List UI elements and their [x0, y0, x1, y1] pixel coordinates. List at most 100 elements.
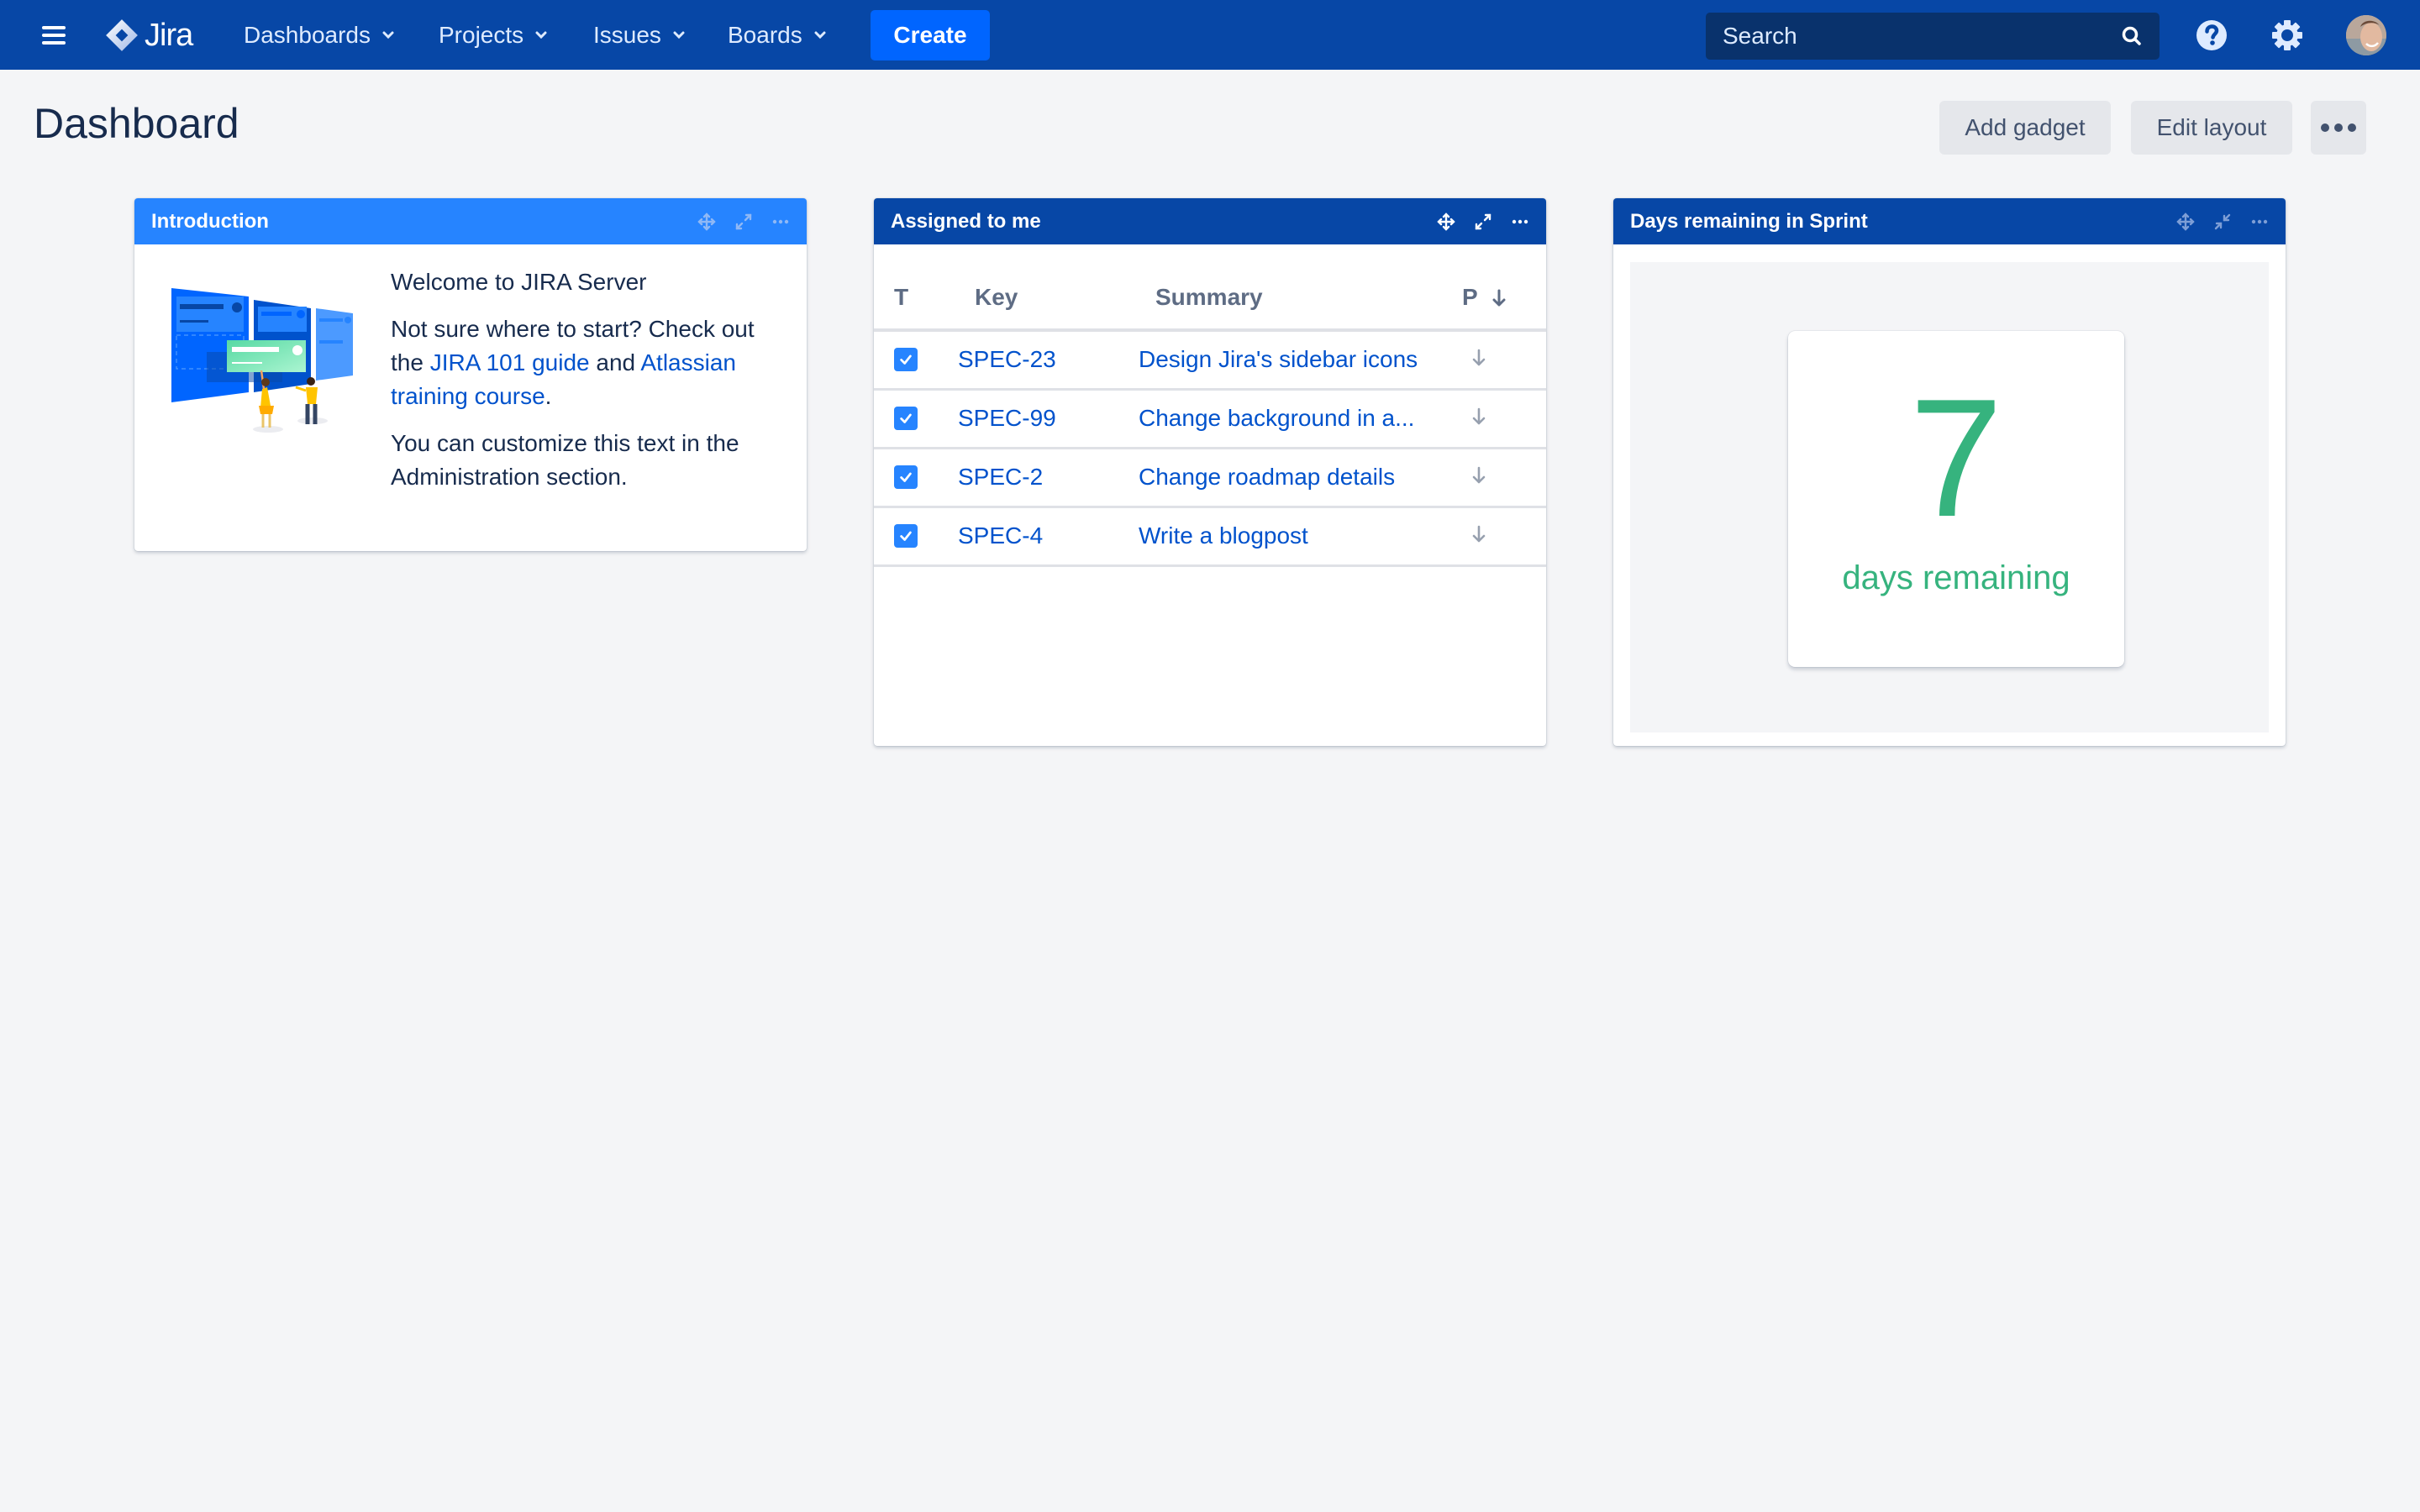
- move-icon[interactable]: [1437, 212, 1455, 231]
- intro-text-fragment: and: [589, 349, 641, 375]
- nav-projects-label: Projects: [439, 22, 524, 48]
- gadget-header: Days remaining in Sprint: [1613, 198, 2286, 244]
- sprint-panel: 7 days remaining: [1630, 262, 2269, 732]
- task-type-icon[interactable]: [894, 465, 918, 489]
- issue-priority-cell: [1462, 330, 1546, 391]
- chevron-down-icon: [382, 31, 394, 39]
- settings-button[interactable]: [2269, 17, 2306, 54]
- nav-projects[interactable]: Projects: [439, 17, 547, 54]
- jira-101-guide-link[interactable]: JIRA 101 guide: [430, 349, 590, 375]
- search-box: [1706, 13, 2160, 60]
- issue-priority-cell: [1462, 507, 1546, 567]
- issue-key-link[interactable]: SPEC-4: [958, 522, 1043, 549]
- gadget-introduction: Introduction Welcome to JIRA Server Not …: [134, 198, 807, 551]
- issue-key-cell: SPEC-4: [958, 507, 1139, 567]
- help-button[interactable]: [2193, 17, 2230, 54]
- gadget-title: Assigned to me: [891, 209, 1041, 233]
- nav-dashboards[interactable]: Dashboards: [244, 17, 394, 54]
- task-type-icon[interactable]: [894, 524, 918, 548]
- chevron-down-icon: [673, 31, 685, 39]
- issue-priority-cell: [1462, 389, 1546, 449]
- issue-key-link[interactable]: SPEC-23: [958, 346, 1056, 372]
- issue-summary-cell: Change background in a...: [1139, 389, 1462, 449]
- gadget-header: Introduction: [134, 198, 807, 244]
- more-actions-button[interactable]: [2311, 101, 2366, 155]
- move-icon[interactable]: [697, 212, 716, 231]
- issue-summary-link[interactable]: Change background in a...: [1139, 405, 1414, 431]
- page-title: Dashboard: [34, 100, 239, 147]
- more-icon: [2321, 123, 2356, 132]
- welcome-heading: Welcome to JIRA Server: [391, 269, 647, 295]
- intro-illustration: [171, 288, 353, 433]
- settings-icon: [2272, 20, 2302, 50]
- gadget-assigned-to-me: Assigned to me T Key Summary P SPEC-23 D…: [874, 198, 1546, 746]
- days-remaining-label: days remaining: [1842, 559, 2070, 596]
- issue-key-link[interactable]: SPEC-2: [958, 464, 1043, 490]
- task-type-icon[interactable]: [894, 407, 918, 430]
- help-icon: [2196, 20, 2227, 50]
- search-icon[interactable]: [2121, 25, 2143, 47]
- priority-low-icon: [1472, 466, 1486, 484]
- issue-summary-cell: Write a blogpost: [1139, 507, 1462, 567]
- gadget-menu-icon[interactable]: [1511, 213, 1529, 231]
- table-header-row: T Key Summary P: [874, 244, 1546, 332]
- chevron-down-icon: [535, 31, 547, 39]
- task-type-icon[interactable]: [894, 348, 918, 372]
- table-row: SPEC-4 Write a blogpost: [874, 507, 1546, 567]
- priority-low-icon: [1472, 525, 1486, 543]
- jira-logo-icon: [106, 19, 138, 51]
- intro-paragraph: Not sure where to start? Check out the J…: [391, 312, 777, 413]
- chevron-down-icon: [814, 31, 826, 39]
- gadget-tools: [697, 198, 790, 244]
- gadget-menu-icon[interactable]: [2250, 213, 2269, 231]
- days-remaining-card: 7 days remaining: [1788, 331, 2124, 667]
- jira-logo[interactable]: Jira: [104, 15, 193, 55]
- intro-text: Welcome to JIRA Server Not sure where to…: [391, 265, 777, 507]
- nav-boards[interactable]: Boards: [728, 17, 826, 54]
- issue-key-link[interactable]: SPEC-99: [958, 405, 1056, 431]
- customize-note: You can customize this text in the Admin…: [391, 430, 739, 490]
- issue-summary-link[interactable]: Write a blogpost: [1139, 522, 1308, 549]
- issue-priority-cell: [1462, 448, 1546, 508]
- issue-type-cell: [874, 507, 958, 567]
- maximize-icon[interactable]: [734, 213, 753, 231]
- maximize-icon[interactable]: [1474, 213, 1492, 231]
- table-row: SPEC-99 Change background in a...: [874, 389, 1546, 449]
- nav-issues[interactable]: Issues: [593, 17, 685, 54]
- jira-logo-text: Jira: [145, 17, 193, 53]
- create-button[interactable]: Create: [871, 10, 990, 60]
- gadget-menu-icon[interactable]: [771, 213, 790, 231]
- issue-type-cell: [874, 389, 958, 449]
- add-gadget-button[interactable]: Add gadget: [1939, 101, 2111, 155]
- column-header-summary[interactable]: Summary: [1139, 244, 1462, 332]
- column-header-priority[interactable]: P: [1462, 244, 1546, 332]
- search-input[interactable]: [1723, 23, 2109, 50]
- sort-descending-icon: [1492, 289, 1506, 307]
- gadget-days-remaining: Days remaining in Sprint 7 days remainin…: [1613, 198, 2286, 746]
- column-header-key[interactable]: Key: [958, 244, 1139, 332]
- nav-boards-label: Boards: [728, 22, 802, 48]
- issue-summary-cell: Design Jira's sidebar icons: [1139, 330, 1462, 391]
- column-header-type[interactable]: T: [874, 244, 958, 332]
- intro-text-fragment: .: [544, 383, 552, 409]
- priority-header-label: P: [1462, 284, 1478, 310]
- issue-key-cell: SPEC-2: [958, 448, 1139, 508]
- gadget-title: Days remaining in Sprint: [1630, 209, 1868, 233]
- nav-issues-label: Issues: [593, 22, 661, 48]
- move-icon[interactable]: [2176, 212, 2195, 231]
- gadget-header: Assigned to me: [874, 198, 1546, 244]
- gadget-tools: [1437, 198, 1529, 244]
- issue-summary-cell: Change roadmap details: [1139, 448, 1462, 508]
- avatar[interactable]: [2346, 15, 2386, 55]
- table-row: SPEC-23 Design Jira's sidebar icons: [874, 330, 1546, 391]
- avatar-image: [2346, 15, 2386, 55]
- menu-icon[interactable]: [42, 26, 66, 45]
- issue-summary-link[interactable]: Design Jira's sidebar icons: [1139, 346, 1418, 372]
- issue-summary-link[interactable]: Change roadmap details: [1139, 464, 1395, 490]
- priority-low-icon: [1472, 349, 1486, 366]
- minimize-icon[interactable]: [2213, 213, 2232, 231]
- nav-dashboards-label: Dashboards: [244, 22, 371, 48]
- days-remaining-value: 7: [1909, 365, 2003, 552]
- edit-layout-button[interactable]: Edit layout: [2131, 101, 2292, 155]
- issue-key-cell: SPEC-23: [958, 330, 1139, 391]
